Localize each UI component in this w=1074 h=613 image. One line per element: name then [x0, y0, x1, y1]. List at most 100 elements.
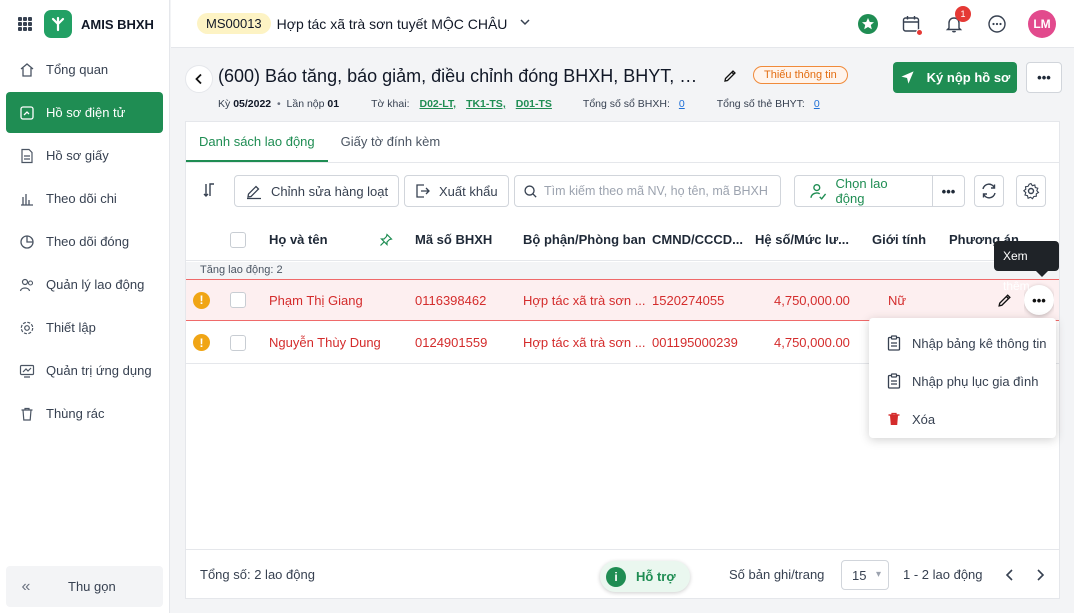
sidebar-item-label: Thiết lập	[46, 320, 96, 335]
topbar: MS00013 Hợp tác xã trà sơn tuyết MỘC CHÂ…	[171, 0, 1074, 48]
chevron-down-icon: ▾	[875, 569, 881, 580]
sidebar-item-label: Quản trị ứng dụng	[46, 363, 152, 378]
cell-name: Phạm Thị Giang	[269, 292, 363, 308]
user-add-icon	[810, 183, 827, 200]
sort-icon[interactable]	[201, 181, 219, 202]
export-label: Xuất khẩu	[439, 183, 498, 199]
total-label: Tổng số:	[200, 567, 251, 582]
col-header-salary[interactable]: Hệ số/Mức lư...	[755, 219, 849, 260]
menu-item-import-family[interactable]: Nhập phụ lục gia đình	[869, 362, 1056, 400]
sidebar-item-tong-quan[interactable]: Tổng quan	[6, 49, 163, 90]
refresh-button[interactable]	[974, 175, 1004, 207]
col-header-bhxh[interactable]: Mã số BHXH	[415, 219, 492, 260]
sidebar-item-ho-so-dien-tu[interactable]: Hồ sơ điện tử	[6, 92, 163, 133]
doc-icon	[18, 147, 36, 165]
choose-worker-split-button: Chọn lao động •••	[794, 175, 965, 207]
bhyt-total-value[interactable]: 0	[814, 98, 820, 110]
home-icon	[18, 61, 36, 79]
status-badge: Thiếu thông tin	[753, 66, 848, 84]
period-value: 05/2022	[233, 98, 272, 110]
select-all-checkbox[interactable]	[230, 219, 246, 260]
sidebar-item-label: Theo dõi chi	[46, 191, 117, 206]
search-input[interactable]	[544, 184, 774, 198]
form-link[interactable]: TK1-TS,	[466, 98, 506, 110]
collapse-sidebar-button[interactable]: « Thu gọn	[6, 566, 163, 607]
cell-bhxh: 0116398462	[415, 292, 487, 308]
table-footer: Tổng số: 2 lao động i Hỗ trợ Số bản ghi/t…	[186, 549, 1059, 599]
clipboard-icon	[887, 335, 901, 351]
sidebar-item-theo-doi-dong[interactable]: Theo dõi đóng	[6, 221, 163, 262]
export-button[interactable]: Xuất khẩu	[404, 175, 509, 207]
topbar-actions: 1 LM	[840, 6, 1056, 39]
cell-name: Nguyễn Thùy Dung	[269, 335, 381, 350]
help-button[interactable]: i Hỗ trợ	[600, 561, 690, 592]
sidebar-item-quan-ly-lao-dong[interactable]: Quản lý lao động	[6, 264, 163, 305]
per-page-value: 15	[852, 567, 867, 583]
toolbar: Chỉnh sửa hàng loạt Xuất khẩu Chọn lao đ…	[186, 175, 1059, 207]
settings-button[interactable]	[1016, 175, 1046, 207]
star-badge-icon[interactable]	[853, 9, 883, 39]
sidebar-item-thung-rac[interactable]: Thùng rác	[6, 393, 163, 434]
menu-item-label: Nhập phụ lục gia đình	[912, 373, 1039, 389]
form-link[interactable]: D02-LT,	[420, 98, 457, 110]
row-checkbox[interactable]	[230, 280, 246, 320]
back-button[interactable]	[185, 65, 213, 93]
group-row: Tăng lao động: 2	[186, 262, 1059, 279]
org-name[interactable]: Hợp tác xã trà sơn tuyết MỘC CHÂU	[277, 16, 508, 32]
bell-icon[interactable]: 1	[939, 6, 971, 39]
page-title: (600) Báo tăng, báo giảm, điều chỉnh đón…	[218, 66, 708, 86]
pencil-icon[interactable]	[722, 68, 738, 87]
more-horizontal-icon: •••	[1037, 70, 1051, 85]
avatar[interactable]: LM	[1028, 10, 1056, 38]
help-label: Hỗ trợ	[636, 569, 676, 584]
apps-grid-icon[interactable]	[18, 17, 32, 31]
chart-icon	[18, 190, 36, 208]
sidebar-item-theo-doi-chi[interactable]: Theo dõi chi	[6, 178, 163, 219]
form-label: Tờ khai:	[371, 98, 410, 110]
sidebar-item-thiet-lap[interactable]: Thiết lập	[6, 307, 163, 348]
prev-page-button[interactable]	[1004, 568, 1016, 585]
double-chevron-left-icon: «	[21, 577, 31, 595]
bulk-edit-label: Chỉnh sửa hàng loạt	[271, 183, 389, 199]
tab-attachments[interactable]: Giấy tờ đính kèm	[328, 122, 454, 162]
next-page-button[interactable]	[1034, 568, 1046, 585]
bhxh-total-value[interactable]: 0	[679, 98, 685, 110]
warning-icon: !	[193, 280, 210, 320]
row-checkbox[interactable]	[230, 322, 246, 363]
page-range: 1 - 2 lao động	[903, 567, 983, 582]
sidebar-item-ho-so-giay[interactable]: Hồ sơ giấy	[6, 135, 163, 176]
bulk-edit-button[interactable]: Chỉnh sửa hàng loạt	[234, 175, 400, 207]
menu-item-label: Xóa	[912, 411, 936, 427]
choose-worker-more-button[interactable]: •••	[933, 176, 964, 206]
submit-count-label: Lần nộp	[286, 98, 325, 110]
choose-worker-button[interactable]: Chọn lao động	[795, 176, 933, 206]
sidebar-item-quan-tri-ung-dung[interactable]: Quản trị ứng dụng	[6, 350, 163, 391]
monitor-icon	[18, 362, 36, 380]
submit-count-value: 01	[327, 98, 340, 110]
calendar-icon[interactable]	[896, 9, 926, 39]
more-circle-icon[interactable]	[982, 9, 1012, 39]
pin-icon[interactable]	[379, 219, 393, 260]
per-page-label: Số bản ghi/trang	[729, 567, 825, 582]
tooltip: Xem thêm	[994, 241, 1059, 293]
table-row[interactable]: ! Phạm Thị Giang 0116398462 Hợp tác xã t…	[186, 279, 1059, 321]
menu-item-delete[interactable]: Xóa	[869, 400, 1056, 438]
cell-salary: 4,750,000.00	[774, 335, 850, 350]
search-icon	[524, 184, 537, 198]
sidebar-item-label: Tổng quan	[46, 62, 109, 77]
form-link[interactable]: D01-TS	[516, 98, 552, 110]
tab-worker-list[interactable]: Danh sách lao động	[186, 122, 328, 162]
submit-sign-button[interactable]: Ký nộp hồ sơ	[893, 62, 1017, 93]
header-more-button[interactable]: •••	[1026, 62, 1062, 93]
per-page-select[interactable]: 15 ▾	[841, 560, 889, 590]
chevron-down-icon[interactable]	[519, 16, 531, 31]
sidebar-item-label: Hồ sơ điện tử	[46, 105, 126, 120]
calendar-alert-dot	[916, 29, 923, 36]
col-header-gender[interactable]: Giới tính	[872, 219, 926, 260]
clipboard-icon	[887, 373, 901, 389]
col-header-name[interactable]: Họ và tên	[269, 219, 328, 260]
send-icon	[901, 71, 914, 84]
menu-item-import-info[interactable]: Nhập bảng kê thông tin	[869, 324, 1056, 362]
col-header-dept[interactable]: Bộ phận/Phòng ban	[523, 219, 646, 260]
col-header-id[interactable]: CMND/CCCD...	[652, 219, 743, 260]
